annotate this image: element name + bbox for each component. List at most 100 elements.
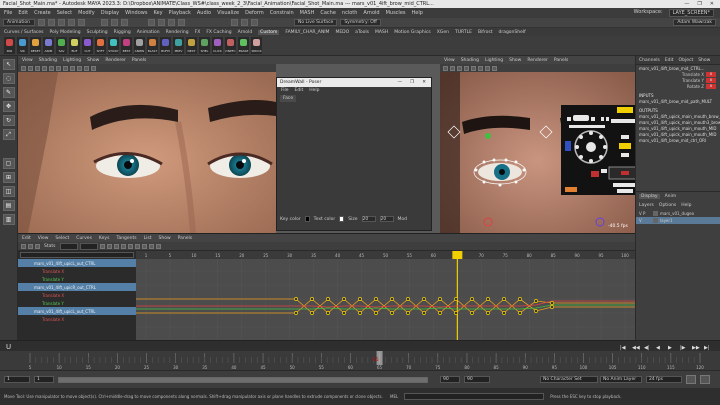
vp2-menu-renderer[interactable]: Renderer [527,58,548,63]
playback-button-5-icon[interactable]: |▶ [680,345,686,351]
new-scene-icon[interactable] [38,19,45,26]
ge-move-key-icon[interactable] [21,243,26,249]
time-slider[interactable]: U5 10 15 20 25 30 35 40 45 50 55 60 65 70 75 80 85 90 95 10… [0,340,720,370]
keyframe-point[interactable] [550,305,554,309]
keyframe-point[interactable] [470,297,474,301]
menu-file[interactable]: File [4,10,12,16]
keyframe-point[interactable] [358,297,362,301]
ipr-render-icon[interactable] [241,19,248,26]
vp-menu-shading[interactable]: Shading [39,58,57,63]
select-object-icon[interactable] [111,19,118,26]
playback-button-2-icon[interactable]: ◀| [644,345,650,351]
render-settings-icon[interactable] [251,19,258,26]
menu-audio[interactable]: Audio [197,10,211,16]
poser-close-button[interactable]: ✕ [422,80,426,85]
shelf-button-spdck[interactable]: SPDCK [251,37,262,54]
ge-outliner-channel[interactable]: Translate X [18,315,136,323]
cb-attr-row[interactable]: Rotate Z0 [636,83,720,89]
range-slider[interactable] [58,377,428,383]
command-input[interactable] [404,393,545,400]
poser-title-bar[interactable]: DreamWall - Poser — ❐ ✕ [277,78,431,87]
shelf-tab-dragonshelf[interactable]: dragonShelf [498,30,525,35]
ge-menu-view[interactable]: View [38,236,49,241]
layer-menu-options[interactable]: Options [659,203,676,208]
layer-menu-help[interactable]: Help [681,203,691,208]
layer-tab-anim[interactable]: Anim [665,194,677,199]
ge-outliner-node[interactable]: mars_v01_4ift_upicL_out_CTRL [18,259,136,267]
shelf-button-best[interactable]: BEST [121,37,132,54]
shelf-tab-curves-surfaces[interactable]: Curves / Surfaces [4,30,44,35]
shelf-button-next[interactable]: NEXT [186,37,197,54]
menu-create[interactable]: Create [34,10,51,16]
text-color-swatch[interactable] [339,216,345,222]
keyframe-point[interactable] [374,311,378,315]
menu-cache[interactable]: Cache [320,10,336,16]
keyframe-point[interactable] [406,311,410,315]
keyframe-point[interactable] [470,311,474,315]
playback-button-1-icon[interactable]: ◀◀ [632,345,640,351]
layer-tab-display[interactable]: Display [639,194,660,199]
workspace-dropdown[interactable]: LAYE_SCREEN* [668,9,714,17]
ge-menu-list[interactable]: List [144,236,152,241]
four-view-icon[interactable]: ⊞ [2,172,15,183]
keyframe-point[interactable] [422,297,426,301]
shelf-tab-poly-modeling[interactable]: Poly Modeling [50,30,81,35]
ge-menu-keys[interactable]: Keys [99,236,110,241]
menu-muscles[interactable]: Muscles [386,10,406,16]
menu-constrain[interactable]: Constrain [270,10,294,16]
shelf-button-reset[interactable]: RESET [30,37,41,54]
snap-point-icon[interactable] [168,19,175,26]
poser-maximize-button[interactable]: ❐ [410,80,414,85]
close-button[interactable]: ✕ [710,1,714,7]
graph-editor-curves[interactable]: 1510152025303540455055606570758085909510… [136,251,635,341]
shelf-tab-fx-caching[interactable]: FX Caching [206,30,231,35]
cb-outputs-item[interactable]: mars_v01_4ift_upick_main_mouth_MID [636,125,720,131]
keyframe-point[interactable] [358,311,362,315]
vp2-menu-panels[interactable]: Panels [554,58,568,63]
two-view-icon[interactable]: ◫ [2,186,15,197]
shelf-tab-atools[interactable]: aTools [355,30,369,35]
playback-start-field[interactable]: 1 [34,376,54,383]
vp-menu-lighting[interactable]: Lighting [63,58,81,63]
shelf-tab-mash[interactable]: MASH [375,30,388,35]
layer-color-swatch[interactable] [653,218,658,223]
ge-outliner-node[interactable]: mars_v01_4ift_upicR_out_CTRL [18,283,136,291]
keyframe-point[interactable] [342,297,346,301]
keyframe-point[interactable] [374,297,378,301]
move-tool-icon[interactable]: ✥ [2,101,15,112]
vp-isolate-icon[interactable] [84,65,89,71]
fps-dropdown[interactable]: 24 fps [646,376,682,383]
keyframe-point[interactable] [438,297,442,301]
menu-display[interactable]: Display [101,10,119,16]
shelf-button-erase[interactable]: ERASE [238,37,249,54]
ge-outliner-node[interactable]: mars_v01_4ift_upicL_out_CTRL [18,307,136,315]
playback-button-4-icon[interactable]: ▶ [668,345,672,351]
keyframe-point[interactable] [438,311,442,315]
anim-layer-dropdown[interactable]: No Anim Layer [600,376,642,383]
cb-edit[interactable]: Edit [665,58,674,63]
single-view-icon[interactable]: ▢ [2,158,15,169]
shelf-button-shel[interactable]: SHEL [199,37,210,54]
shelf-button-bufpi[interactable]: BUFPI [160,37,171,54]
script-lang-label[interactable]: MEL [390,394,398,399]
keyframe-point[interactable] [310,311,314,315]
shelf-tab-animation[interactable]: Animation [137,30,160,35]
symmetry-dropdown[interactable]: Symmetry: Off [340,19,381,26]
undo-icon[interactable] [68,19,75,26]
keyframe-point[interactable] [518,297,522,301]
vp-menu-panels[interactable]: Panels [132,58,146,63]
vp2-menu-show[interactable]: Show [509,58,521,63]
user-account[interactable]: Adam Wawrzak [673,19,716,26]
viewport-left[interactable]: View Shading Lighting Show Renderer Pane… [18,56,276,233]
shelf-tab-turtle[interactable]: TURTLE [455,30,472,35]
menu-playback[interactable]: Playback [169,10,191,16]
vp-menu-view[interactable]: View [22,58,33,63]
vp2-smooth-icon[interactable] [471,65,476,71]
shelf-tab-fx[interactable]: FX [195,30,201,35]
anim-start-field[interactable]: 1 [4,376,30,383]
cb-outputs-item[interactable]: mars_v01_4ift_brow_mid_ctrl_ORI [636,137,720,143]
layer-flags[interactable]: V P [639,211,651,216]
shelf-button-anims[interactable]: ANIMS [134,37,145,54]
menu-set-dropdown[interactable]: Animation [3,19,35,26]
redo-icon[interactable] [78,19,85,26]
